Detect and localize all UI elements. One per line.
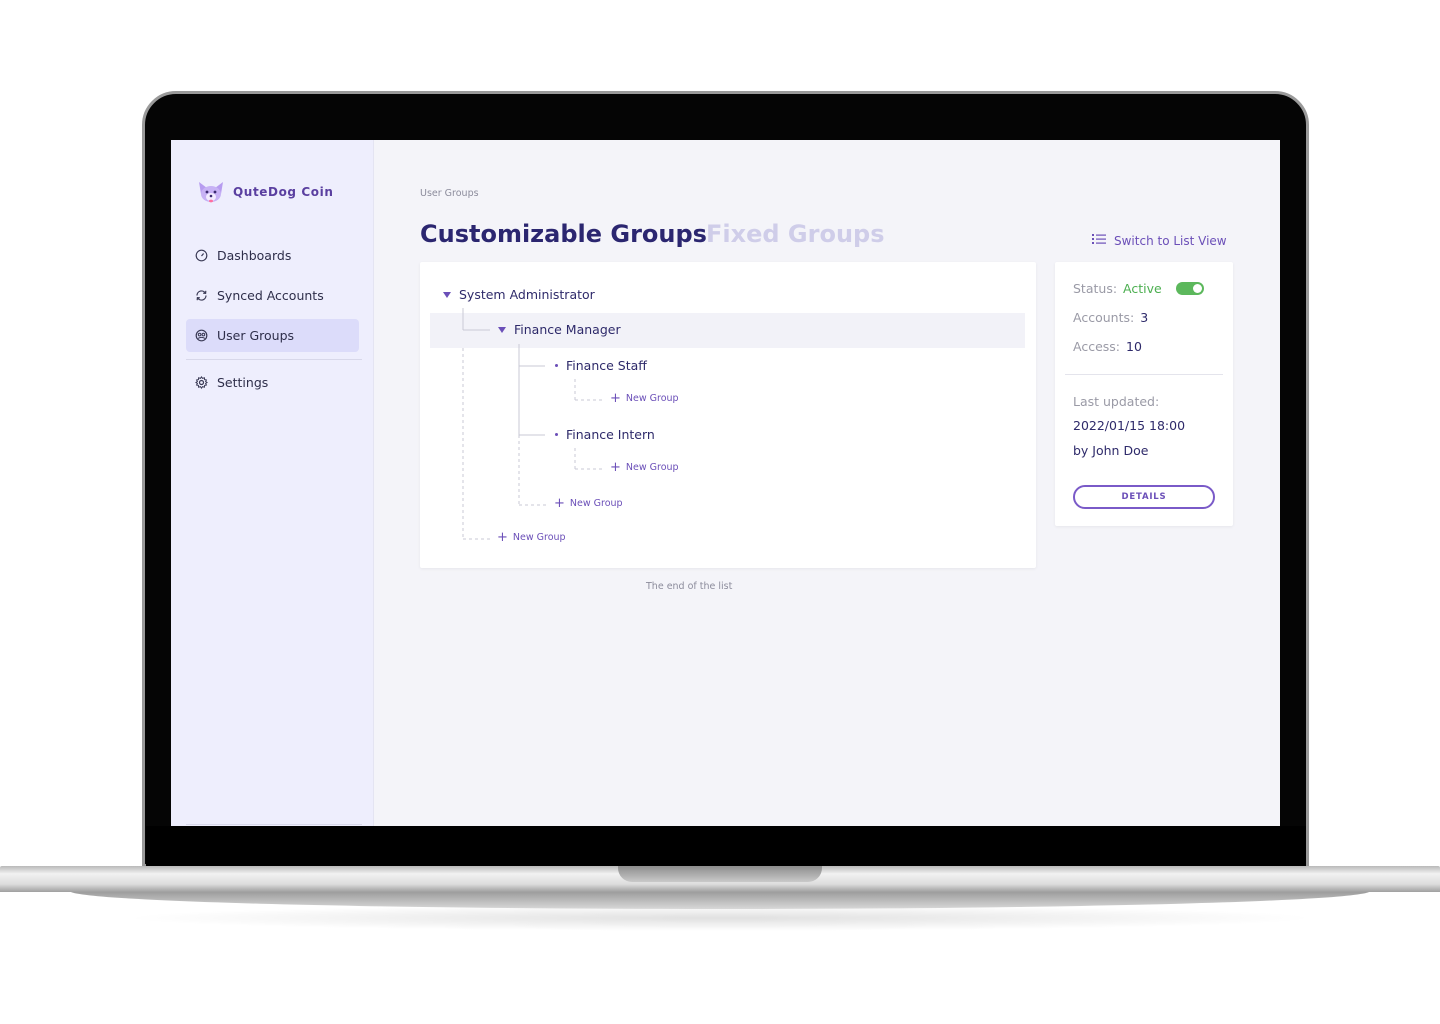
- status-value: Active: [1123, 281, 1162, 296]
- group-tree-card: System Administrator Finance Manager Fin…: [420, 262, 1036, 568]
- tree-node-label: Finance Manager: [514, 322, 621, 337]
- bullet-icon: [555, 364, 558, 367]
- sidebar-footer-divider: [186, 824, 362, 825]
- tree-node-finance-intern[interactable]: Finance Intern: [555, 427, 655, 442]
- sidebar-item-label: Settings: [217, 375, 269, 390]
- app-screen: QuteDog Coin Dashboards Synced Accounts …: [171, 140, 1280, 826]
- tab-customizable-groups[interactable]: Customizable Groups: [420, 220, 707, 248]
- tree-node-root[interactable]: System Administrator: [443, 287, 595, 302]
- access-row: Access: 10: [1073, 339, 1142, 354]
- dog-logo-icon: [199, 182, 223, 203]
- switch-to-list-view-button[interactable]: Switch to List View: [1092, 233, 1227, 248]
- tab-fixed-groups[interactable]: Fixed Groups: [706, 220, 885, 248]
- laptop-base-bottom: [70, 891, 1370, 909]
- access-label: Access:: [1073, 339, 1121, 354]
- access-value: 10: [1126, 339, 1142, 354]
- sidebar-item-user-groups[interactable]: User Groups: [186, 319, 359, 352]
- gauge-icon: [195, 249, 208, 262]
- new-group-button[interactable]: + New Group: [497, 529, 566, 545]
- end-of-list-note: The end of the list: [646, 581, 733, 592]
- plus-icon: +: [554, 495, 565, 511]
- group-details-card: Status: Active Accounts: 3 Access: 10 La…: [1055, 262, 1233, 526]
- sync-icon: [195, 289, 208, 302]
- switch-view-label: Switch to List View: [1114, 233, 1227, 248]
- new-group-button[interactable]: + New Group: [610, 459, 679, 475]
- accounts-row: Accounts: 3: [1073, 310, 1148, 325]
- new-group-button[interactable]: + New Group: [554, 495, 623, 511]
- sidebar-item-label: User Groups: [217, 328, 295, 343]
- status-row: Status: Active: [1073, 281, 1204, 296]
- sidebar-item-dashboards[interactable]: Dashboards: [186, 239, 359, 272]
- laptop-notch: [618, 866, 822, 882]
- tree-node-finance-manager[interactable]: Finance Manager: [498, 322, 621, 337]
- brand-name: QuteDog Coin: [233, 185, 334, 199]
- tree-connector-lines: [462, 308, 603, 540]
- plus-icon: +: [610, 459, 621, 475]
- tree-node-finance-staff[interactable]: Finance Staff: [555, 358, 647, 373]
- sidebar-divider: [186, 359, 362, 360]
- sidebar-item-synced-accounts[interactable]: Synced Accounts: [186, 279, 359, 312]
- sidebar-item-label: Synced Accounts: [217, 288, 324, 303]
- accounts-label: Accounts:: [1073, 310, 1135, 325]
- tree-node-label: Finance Staff: [566, 358, 647, 373]
- plus-icon: +: [497, 529, 508, 545]
- tree-node-label: Finance Intern: [566, 427, 655, 442]
- updated-by: by John Doe: [1073, 443, 1149, 458]
- new-group-label: New Group: [625, 393, 679, 404]
- gear-icon: [195, 376, 208, 389]
- details-divider: [1065, 374, 1223, 375]
- new-group-label: New Group: [625, 462, 679, 473]
- list-icon: [1092, 233, 1106, 248]
- breadcrumb[interactable]: User Groups: [420, 188, 479, 199]
- accounts-value: 3: [1140, 310, 1149, 325]
- caret-down-icon[interactable]: [443, 291, 451, 298]
- laptop-mockup: QuteDog Coin Dashboards Synced Accounts …: [0, 0, 1440, 1024]
- status-toggle[interactable]: [1175, 282, 1204, 295]
- sidebar-item-settings[interactable]: Settings: [186, 366, 359, 399]
- tree-node-label: System Administrator: [459, 287, 595, 302]
- status-label: Status:: [1073, 281, 1118, 296]
- bullet-icon: [555, 433, 558, 436]
- groups-icon: [195, 329, 208, 342]
- details-button[interactable]: DETAILS: [1073, 485, 1215, 509]
- sidebar-item-label: Dashboards: [217, 248, 292, 263]
- new-group-button[interactable]: + New Group: [610, 390, 679, 406]
- last-updated-label: Last updated:: [1073, 394, 1160, 409]
- laptop-lower-bezel: [146, 826, 1306, 866]
- last-updated-value: 2022/01/15 18:00: [1073, 418, 1186, 433]
- sidebar: QuteDog Coin Dashboards Synced Accounts …: [171, 140, 374, 826]
- brand: QuteDog Coin: [197, 180, 334, 204]
- new-group-label: New Group: [569, 498, 623, 509]
- plus-icon: +: [610, 390, 621, 406]
- caret-down-icon[interactable]: [498, 326, 506, 333]
- new-group-label: New Group: [512, 532, 566, 543]
